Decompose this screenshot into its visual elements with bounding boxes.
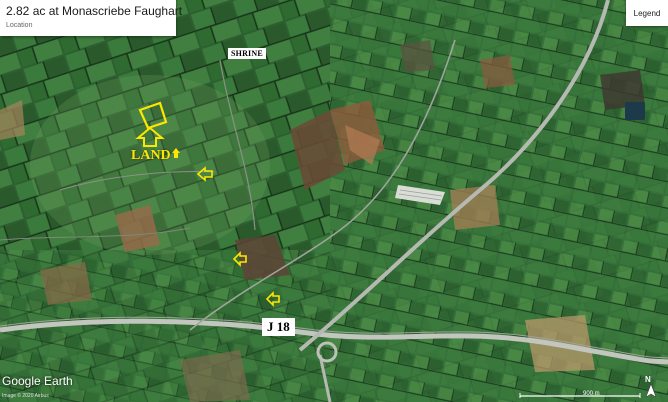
page-title: 2.82 ac at Monascriebe Faughart bbox=[6, 4, 183, 18]
scale-label: 900 m bbox=[583, 391, 600, 397]
legend-button[interactable]: Legend bbox=[626, 0, 668, 26]
location-subtitle: Location bbox=[6, 22, 33, 29]
imagery-credit: Image © 2020 Airbus bbox=[2, 393, 49, 399]
title-card: 2.82 ac at Monascriebe Faughart Location bbox=[0, 0, 183, 36]
shrine-label: SHRINE bbox=[228, 48, 266, 59]
junction-label: J 18 bbox=[262, 318, 295, 336]
google-earth-logo: Google Earth bbox=[2, 374, 73, 388]
map-imagery[interactable] bbox=[0, 0, 668, 402]
land-label: LAND bbox=[131, 148, 171, 163]
north-label: N bbox=[645, 375, 651, 384]
